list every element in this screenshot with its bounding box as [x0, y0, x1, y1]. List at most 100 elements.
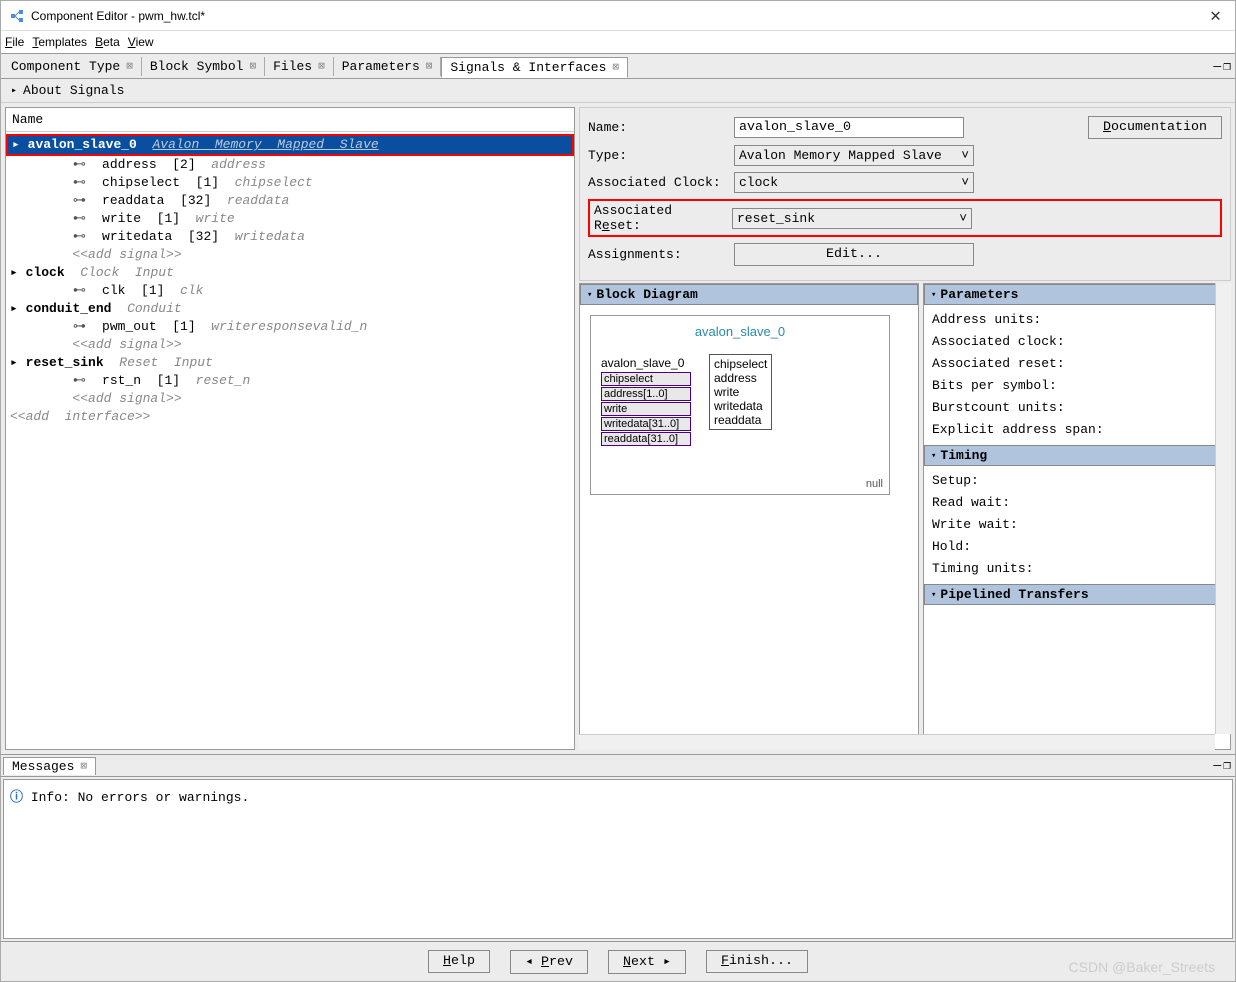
menu-view[interactable]: View	[128, 35, 154, 49]
block-diagram-panel: ▾Block Diagram avalon_slave_0 avalon_sla…	[579, 283, 919, 750]
tree-signal[interactable]: ⊶ readdata [32] readdata	[6, 192, 574, 210]
edit-button[interactable]: Edit...	[734, 243, 974, 266]
tree-signal[interactable]: ⊷ chipselect [1] chipselect	[6, 174, 574, 192]
tabs-bar: Component Type⊠ Block Symbol⊠ Files⊠ Par…	[1, 53, 1235, 79]
parameters-header[interactable]: ▾Parameters	[924, 284, 1230, 305]
param-row: Setup:	[932, 470, 1222, 492]
menu-beta[interactable]: Beta	[95, 35, 120, 49]
tree-signal[interactable]: ⊷ rst_n [1] reset_n	[6, 372, 574, 390]
pipelined-header[interactable]: ▾Pipelined Transfers	[924, 584, 1230, 605]
tab-component-type[interactable]: Component Type⊠	[3, 57, 142, 76]
documentation-button[interactable]: Documentation	[1088, 116, 1222, 139]
timing-header[interactable]: ▾Timing	[924, 445, 1230, 466]
horizontal-scrollbar[interactable]	[579, 734, 1215, 750]
add-interface[interactable]: <<add interface>>	[6, 408, 574, 426]
chevron-down-icon: ˅	[961, 148, 969, 163]
interface-tree[interactable]: ▸ avalon_slave_0 Avalon Memory Mapped Sl…	[6, 132, 574, 749]
port: readdata[31..0]	[601, 432, 691, 446]
tab-signals-interfaces[interactable]: Signals & Interfaces⊠	[441, 57, 628, 78]
type-label: Type:	[588, 148, 728, 163]
add-signal[interactable]: <<add signal>>	[6, 390, 574, 408]
assignments-label: Assignments:	[588, 247, 728, 262]
tree-item-reset[interactable]: ▸ reset_sink Reset Input	[6, 354, 574, 372]
collapse-icon: ▾	[931, 451, 936, 461]
assoc-reset-dropdown[interactable]: reset_sink˅	[732, 208, 972, 229]
menu-file[interactable]: File	[5, 35, 24, 49]
vertical-scrollbar[interactable]	[1215, 283, 1231, 734]
help-button[interactable]: Help	[428, 950, 490, 973]
restore-icon[interactable]: ❐	[1223, 758, 1231, 773]
close-icon[interactable]: ⊠	[612, 60, 619, 74]
tree-signal[interactable]: ⊷ address [2] address	[6, 156, 574, 174]
minimize-icon[interactable]: —	[1213, 758, 1221, 773]
tree-signal[interactable]: ⊷ writedata [32] writedata	[6, 228, 574, 246]
tree-item-conduit[interactable]: ▸ conduit_end Conduit	[6, 300, 574, 318]
diagram-box: avalon_slave_0 avalon_slave_0 chipselect…	[590, 315, 890, 495]
port-list: avalon_slave_0 chipselect address[1..0] …	[601, 356, 691, 447]
name-input[interactable]	[734, 117, 964, 138]
finish-button[interactable]: Finish...	[706, 950, 808, 973]
collapse-icon: ▾	[931, 290, 936, 300]
name-label: Name:	[588, 120, 728, 135]
tree-header: Name	[6, 108, 574, 132]
tab-block-symbol[interactable]: Block Symbol⊠	[142, 57, 265, 76]
info-icon: ⓘ	[10, 790, 23, 805]
restore-icon[interactable]: ❐	[1223, 59, 1231, 74]
add-signal[interactable]: <<add signal>>	[6, 246, 574, 264]
param-row: Read wait:	[932, 492, 1222, 514]
port: chipselect	[601, 372, 691, 386]
chevron-down-icon: ˅	[959, 211, 967, 226]
tree-signal[interactable]: ⊷ clk [1] clk	[6, 282, 574, 300]
window-title: Component Editor - pwm_hw.tcl*	[31, 9, 1204, 23]
lower-right-area: ▾Block Diagram avalon_slave_0 avalon_sla…	[579, 283, 1231, 750]
message-text: Info: No errors or warnings.	[31, 790, 249, 805]
param-row: Timing units:	[932, 558, 1222, 580]
add-signal[interactable]: <<add signal>>	[6, 336, 574, 354]
about-label: About Signals	[23, 83, 124, 98]
null-label: null	[866, 478, 883, 490]
param-row: Hold:	[932, 536, 1222, 558]
parameters-panel: ▾Parameters Address units: Associated cl…	[923, 283, 1231, 750]
menu-templates[interactable]: Templates	[32, 35, 87, 49]
close-icon[interactable]: ⊠	[318, 59, 325, 73]
messages-panel: Messages⊠ —❐ ⓘ Info: No errors or warnin…	[1, 754, 1235, 941]
tree-signal[interactable]: ⊷ write [1] write	[6, 210, 574, 228]
tree-signal[interactable]: ⊶ pwm_out [1] writeresponsevalid_n	[6, 318, 574, 336]
type-dropdown[interactable]: Avalon Memory Mapped Slave˅	[734, 145, 974, 166]
minimize-icon[interactable]: —	[1213, 59, 1221, 74]
param-row: Associated clock:	[932, 331, 1222, 353]
menubar: File Templates Beta View	[1, 31, 1235, 53]
expand-icon: ▸	[11, 85, 17, 97]
main-area: Name ▸ avalon_slave_0 Avalon Memory Mapp…	[1, 103, 1235, 754]
titlebar: Component Editor - pwm_hw.tcl* ✕	[1, 1, 1235, 31]
footer: Help ◂ Prev Next ▸ Finish... CSDN @Baker…	[1, 941, 1235, 981]
close-icon[interactable]: ⊠	[80, 759, 87, 773]
close-icon[interactable]: ⊠	[426, 59, 433, 73]
timing-body: Setup: Read wait: Write wait: Hold: Timi…	[924, 466, 1230, 584]
tab-parameters[interactable]: Parameters⊠	[334, 57, 442, 76]
tab-files[interactable]: Files⊠	[265, 57, 334, 76]
close-icon[interactable]: ⊠	[249, 59, 256, 73]
tree-item-avalon-slave[interactable]: ▸ avalon_slave_0 Avalon Memory Mapped Sl…	[6, 134, 574, 156]
diagram-title: avalon_slave_0	[599, 324, 881, 339]
prev-button[interactable]: ◂ Prev	[510, 950, 588, 974]
parameters-body: Address units: Associated clock: Associa…	[924, 305, 1230, 445]
collapse-icon: ▾	[931, 590, 936, 600]
assoc-reset-label: Associated Reset:	[592, 203, 726, 233]
app-window: Component Editor - pwm_hw.tcl* ✕ File Te…	[0, 0, 1236, 982]
block-diagram: avalon_slave_0 avalon_slave_0 chipselect…	[580, 305, 918, 749]
next-button[interactable]: Next ▸	[608, 950, 686, 974]
param-row: Write wait:	[932, 514, 1222, 536]
block-diagram-header[interactable]: ▾Block Diagram	[580, 284, 918, 305]
tree-item-clock[interactable]: ▸ clock Clock Input	[6, 264, 574, 282]
assoc-clock-dropdown[interactable]: clock˅	[734, 172, 974, 193]
port: write	[601, 402, 691, 416]
interface-form: Name: Documentation Type: Avalon Memory …	[579, 107, 1231, 281]
collapse-icon: ▾	[587, 290, 592, 300]
close-button[interactable]: ✕	[1204, 5, 1227, 27]
close-icon[interactable]: ⊠	[126, 59, 133, 73]
param-row: Explicit address span:	[932, 419, 1222, 441]
tab-messages[interactable]: Messages⊠	[3, 757, 96, 775]
about-signals-bar[interactable]: ▸ About Signals	[1, 79, 1235, 103]
param-row: Address units:	[932, 309, 1222, 331]
